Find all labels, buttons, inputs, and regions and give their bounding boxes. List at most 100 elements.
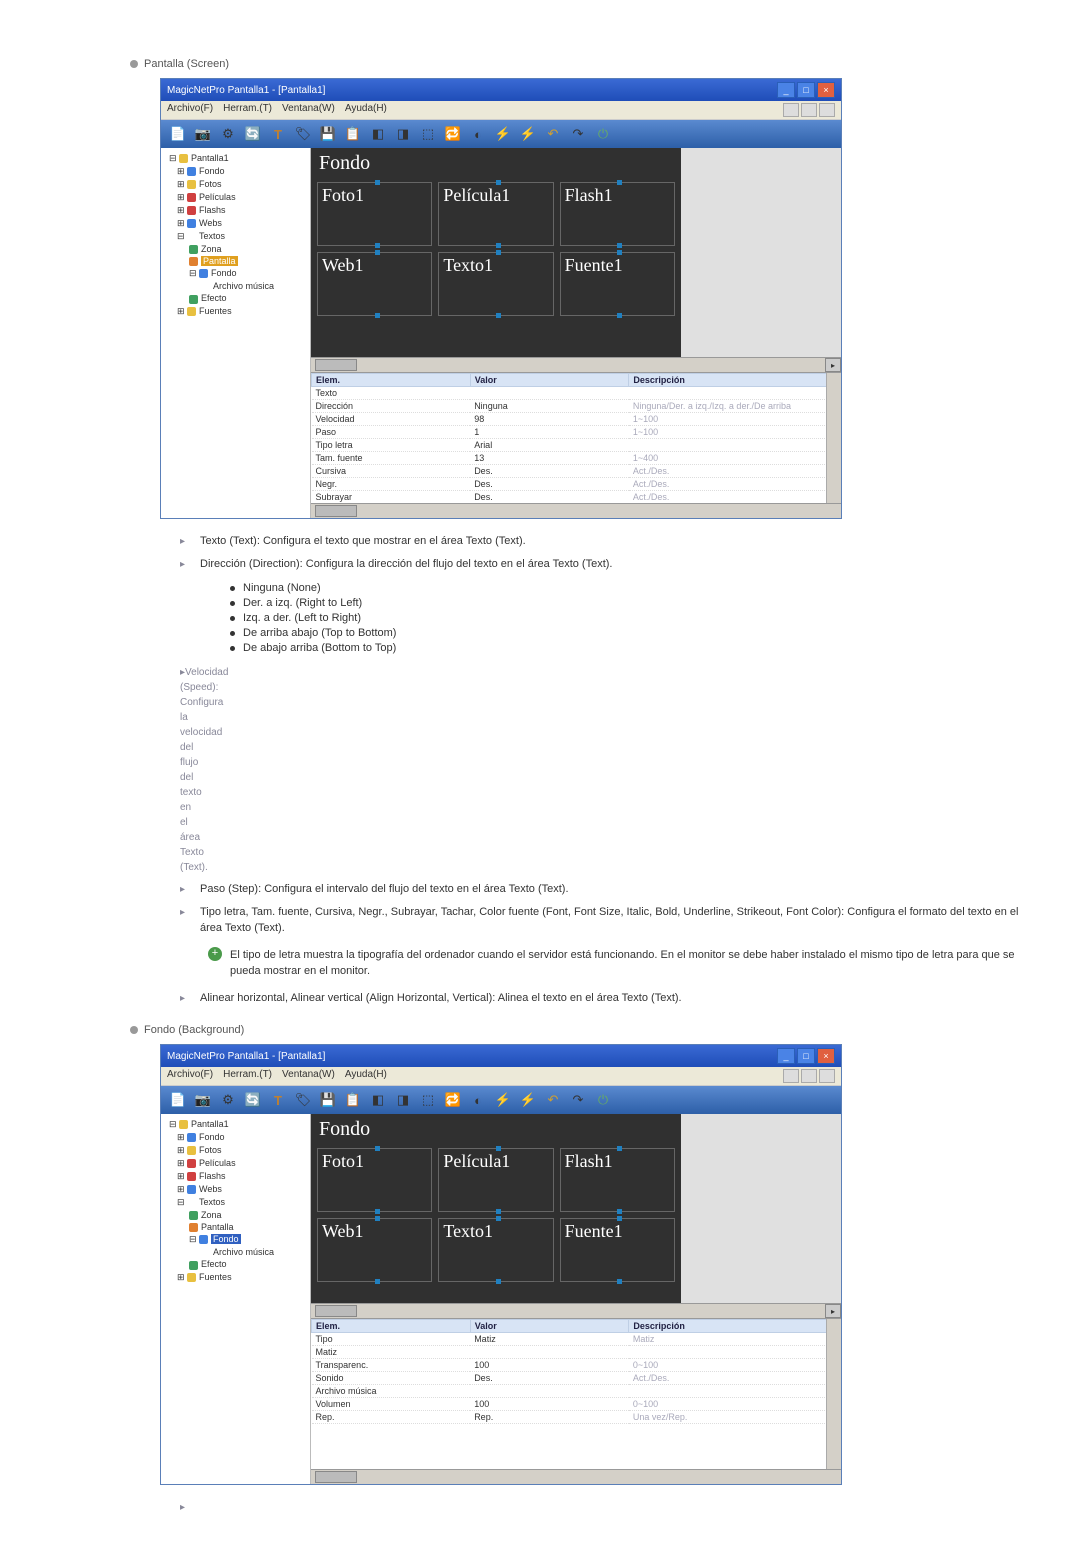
tree-root[interactable]: ⊟ Pantalla1 bbox=[163, 1118, 308, 1131]
tree-item[interactable]: ⊞ Flashs bbox=[163, 1170, 308, 1183]
canvas-hscroll[interactable]: ▸ bbox=[311, 1303, 841, 1318]
menu-herram[interactable]: Herram.(T) bbox=[223, 1069, 272, 1083]
tree-item[interactable]: ⊞ Fondo bbox=[163, 1131, 308, 1144]
tb-icon[interactable]: ⚡ bbox=[517, 124, 539, 144]
tb-icon[interactable]: ◨ bbox=[392, 124, 414, 144]
tb-icon[interactable]: ◐ bbox=[467, 1090, 489, 1110]
tb-icon[interactable]: ⬚ bbox=[417, 124, 439, 144]
canvas-cell[interactable]: Texto1 bbox=[438, 1218, 553, 1282]
tb-icon[interactable]: 🏷 bbox=[292, 124, 314, 144]
canvas[interactable]: Fondo Foto1 Película1 Flash1 Web1 Texto1… bbox=[311, 1114, 841, 1303]
canvas-cell[interactable]: Foto1 bbox=[317, 182, 432, 246]
minimize-icon[interactable]: _ bbox=[777, 1048, 795, 1064]
tree-item[interactable]: Zona bbox=[163, 243, 308, 255]
canvas-cell[interactable]: Fuente1 bbox=[560, 252, 675, 316]
tb-icon[interactable]: 📄 bbox=[167, 1090, 189, 1110]
tb-icon[interactable]: ⚙ bbox=[217, 124, 239, 144]
canvas-hscroll[interactable]: ▸ bbox=[311, 357, 841, 372]
tree-item[interactable]: ⊟ Textos bbox=[163, 230, 308, 243]
menu-ventana[interactable]: Ventana(W) bbox=[282, 103, 335, 117]
close-icon[interactable]: × bbox=[817, 1048, 835, 1064]
tree-item[interactable]: ⊞ Películas bbox=[163, 1157, 308, 1170]
maximize-icon[interactable]: □ bbox=[797, 1048, 815, 1064]
mdi-close-icon[interactable] bbox=[819, 103, 835, 117]
tree-item-selected[interactable]: Pantalla bbox=[163, 255, 308, 267]
tb-text-icon[interactable]: T bbox=[267, 124, 289, 144]
mdi-max-icon[interactable] bbox=[801, 103, 817, 117]
tb-icon[interactable]: 🔁 bbox=[442, 1090, 464, 1110]
canvas-cell[interactable]: Foto1 bbox=[317, 1148, 432, 1212]
tb-icon[interactable]: 📋 bbox=[342, 1090, 364, 1110]
tree-item[interactable]: Archivo música bbox=[163, 1246, 308, 1258]
tree-root[interactable]: ⊟ Pantalla1 bbox=[163, 152, 308, 165]
tb-undo-icon[interactable]: ↶ bbox=[542, 1090, 564, 1110]
menu-ayuda[interactable]: Ayuda(H) bbox=[345, 103, 387, 117]
tree-item[interactable]: ⊞ Flashs bbox=[163, 204, 308, 217]
tb-icon[interactable]: ⚡ bbox=[492, 1090, 514, 1110]
tb-icon[interactable]: ⚙ bbox=[217, 1090, 239, 1110]
tree-item[interactable]: ⊞ Webs bbox=[163, 217, 308, 230]
maximize-icon[interactable]: □ bbox=[797, 82, 815, 98]
tb-icon[interactable]: ⚡ bbox=[492, 124, 514, 144]
menu-archivo[interactable]: Archivo(F) bbox=[167, 1069, 213, 1083]
tb-text-icon[interactable]: T bbox=[267, 1090, 289, 1110]
tb-icon[interactable]: 🔁 bbox=[442, 124, 464, 144]
tb-icon[interactable]: ◧ bbox=[367, 1090, 389, 1110]
canvas-cell[interactable]: Texto1 bbox=[438, 252, 553, 316]
tree-item[interactable]: Zona bbox=[163, 1209, 308, 1221]
mdi-min-icon[interactable] bbox=[783, 103, 799, 117]
tree-item[interactable]: ⊟ Textos bbox=[163, 1196, 308, 1209]
tb-icon[interactable]: 💾 bbox=[317, 1090, 339, 1110]
mdi-max-icon[interactable] bbox=[801, 1069, 817, 1083]
tb-icon[interactable]: ⏻ bbox=[592, 1090, 614, 1110]
vscroll[interactable] bbox=[826, 373, 841, 503]
menu-archivo[interactable]: Archivo(F) bbox=[167, 103, 213, 117]
propgrid-hscroll[interactable] bbox=[311, 503, 841, 518]
tree-item[interactable]: Efecto bbox=[163, 292, 308, 304]
tb-icon[interactable]: 📋 bbox=[342, 124, 364, 144]
propgrid-hscroll[interactable] bbox=[311, 1469, 841, 1484]
canvas-cell[interactable]: Fuente1 bbox=[560, 1218, 675, 1282]
mdi-close-icon[interactable] bbox=[819, 1069, 835, 1083]
tree-item[interactable]: ⊞ Fotos bbox=[163, 1144, 308, 1157]
tree-item[interactable]: Pantalla bbox=[163, 1221, 308, 1233]
tree-item[interactable]: ⊞ Webs bbox=[163, 1183, 308, 1196]
tb-redo-icon[interactable]: ↷ bbox=[567, 1090, 589, 1110]
tb-icon[interactable]: 🏷 bbox=[292, 1090, 314, 1110]
tb-icon[interactable]: ⚡ bbox=[517, 1090, 539, 1110]
tb-icon[interactable]: 📄 bbox=[167, 124, 189, 144]
canvas-cell[interactable]: Película1 bbox=[438, 1148, 553, 1212]
tb-redo-icon[interactable]: ↷ bbox=[567, 124, 589, 144]
tree-item[interactable]: ⊞ Fondo bbox=[163, 165, 308, 178]
tree-item[interactable]: Efecto bbox=[163, 1258, 308, 1270]
canvas-cell[interactable]: Flash1 bbox=[560, 1148, 675, 1212]
canvas-cell[interactable]: Película1 bbox=[438, 182, 553, 246]
menu-herram[interactable]: Herram.(T) bbox=[223, 103, 272, 117]
tb-icon[interactable]: ⬚ bbox=[417, 1090, 439, 1110]
tb-icon[interactable]: 🔄 bbox=[242, 1090, 264, 1110]
tb-icon[interactable]: ⏻ bbox=[592, 124, 614, 144]
tree-item[interactable]: ⊞ Fuentes bbox=[163, 1271, 308, 1284]
tb-icon[interactable]: ◧ bbox=[367, 124, 389, 144]
tb-undo-icon[interactable]: ↶ bbox=[542, 124, 564, 144]
minimize-icon[interactable]: _ bbox=[777, 82, 795, 98]
tree-item[interactable]: ⊟ Fondo bbox=[163, 267, 308, 280]
canvas-cell[interactable]: Web1 bbox=[317, 1218, 432, 1282]
tree-item[interactable]: Archivo música bbox=[163, 280, 308, 292]
canvas[interactable]: Fondo Foto1 Película1 Flash1 Web1 Texto1… bbox=[311, 148, 841, 357]
menu-ayuda[interactable]: Ayuda(H) bbox=[345, 1069, 387, 1083]
tb-icon[interactable]: 📷 bbox=[192, 124, 214, 144]
menu-ventana[interactable]: Ventana(W) bbox=[282, 1069, 335, 1083]
tb-icon[interactable]: ◐ bbox=[467, 124, 489, 144]
vscroll[interactable] bbox=[826, 1319, 841, 1469]
close-icon[interactable]: × bbox=[817, 82, 835, 98]
tree-item-selected[interactable]: ⊟ Fondo bbox=[163, 1233, 308, 1246]
canvas-cell[interactable]: Web1 bbox=[317, 252, 432, 316]
tree-item[interactable]: ⊞ Fotos bbox=[163, 178, 308, 191]
tree-item[interactable]: ⊞ Fuentes bbox=[163, 305, 308, 318]
tb-icon[interactable]: 📷 bbox=[192, 1090, 214, 1110]
canvas-cell[interactable]: Flash1 bbox=[560, 182, 675, 246]
tb-icon[interactable]: 🔄 bbox=[242, 124, 264, 144]
tb-icon[interactable]: ◨ bbox=[392, 1090, 414, 1110]
tree-item[interactable]: ⊞ Películas bbox=[163, 191, 308, 204]
